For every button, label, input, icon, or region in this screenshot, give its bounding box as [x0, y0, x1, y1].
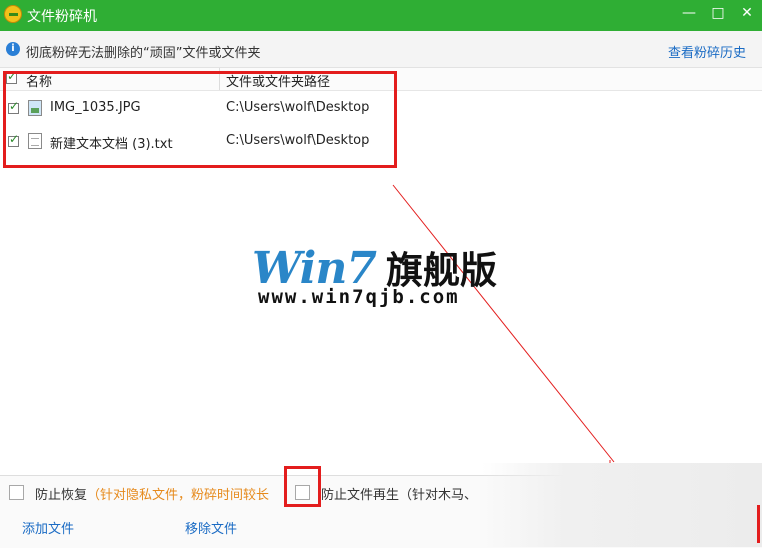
highlight-box-checkbox — [284, 466, 321, 507]
prevent-regen-label: 防止文件再生 — [321, 488, 400, 503]
faded-overlay — [482, 463, 762, 547]
prevent-recovery-label: 防止恢复 — [35, 488, 88, 503]
prevent-recovery-checkbox[interactable] — [9, 485, 24, 500]
highlight-edge — [757, 505, 760, 543]
remove-file-button[interactable]: 移除文件 — [185, 518, 237, 537]
watermark-url: www.win7qjb.com — [258, 286, 460, 308]
prevent-recovery-option[interactable]: 防止恢复（针对隐私文件，粉碎时间较长 — [35, 484, 269, 503]
add-file-button[interactable]: 添加文件 — [22, 518, 74, 537]
prevent-recovery-note: （针对隐私文件，粉碎时间较长 — [87, 488, 270, 503]
prevent-regen-option[interactable]: 防止文件再生（针对木马、 — [321, 484, 477, 503]
prevent-regen-note: （针对木马、 — [399, 488, 478, 503]
